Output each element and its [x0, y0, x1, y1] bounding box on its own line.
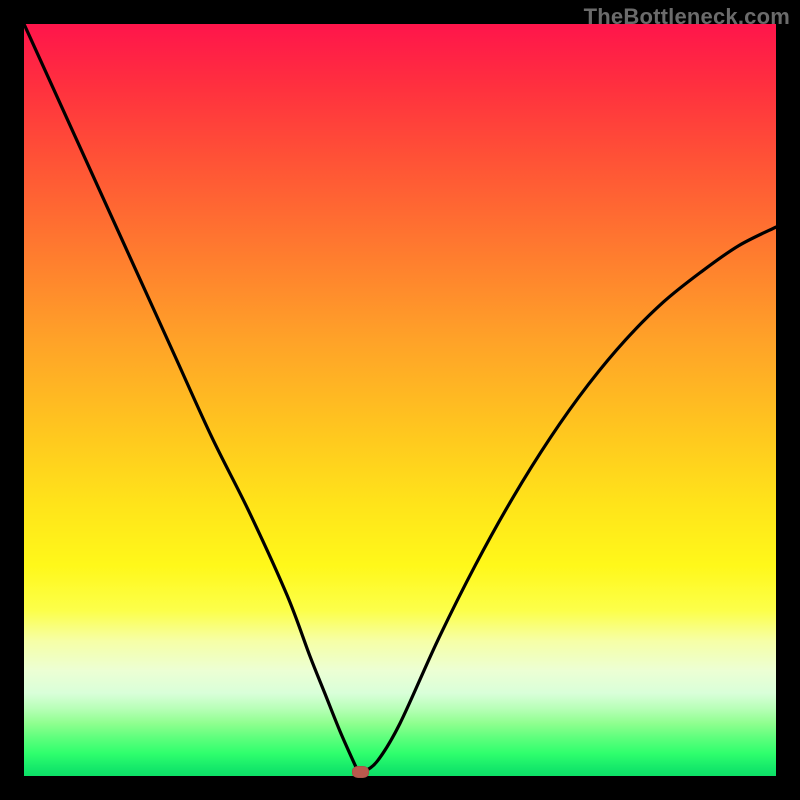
bottleneck-curve	[24, 24, 776, 773]
curve-svg	[24, 24, 776, 776]
plot-area	[24, 24, 776, 776]
chart-frame: TheBottleneck.com	[0, 0, 800, 800]
watermark-text: TheBottleneck.com	[584, 4, 790, 30]
optimum-marker	[352, 766, 369, 778]
